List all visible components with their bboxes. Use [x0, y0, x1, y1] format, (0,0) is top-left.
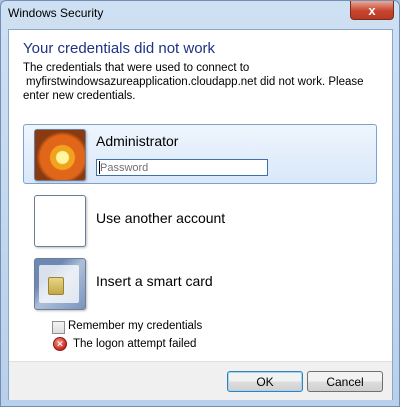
credential-tile-administrator[interactable]: Administrator: [23, 124, 377, 184]
windows-security-dialog: Windows Security x Your credentials did …: [0, 0, 400, 407]
flower-user-icon: [34, 129, 86, 181]
description-line: The credentials that were used to connec…: [23, 62, 250, 74]
credential-tile-another-account[interactable]: Use another account: [23, 190, 377, 250]
remember-credentials-checkbox[interactable]: [52, 321, 65, 334]
tile-label: Insert a smart card: [96, 273, 213, 289]
title-bar[interactable]: Windows Security x: [1, 1, 399, 25]
error-message: The logon attempt failed: [73, 338, 197, 350]
dialog-description: The credentials that were used to connec…: [23, 61, 383, 103]
password-input[interactable]: [96, 159, 268, 176]
dialog-body: Your credentials did not work The creden…: [8, 29, 393, 400]
description-line: enter new credentials.: [23, 90, 136, 102]
close-button[interactable]: x: [350, 1, 394, 20]
error-icon: ✕: [53, 337, 67, 351]
dialog-heading: Your credentials did not work: [23, 40, 216, 57]
blank-user-icon: [34, 195, 86, 247]
tile-label: Use another account: [96, 210, 226, 226]
card-chip: [48, 277, 64, 295]
close-icon: x: [368, 2, 376, 18]
description-line: myfirstwindowsazureapplication.cloudapp.…: [26, 76, 364, 88]
smart-card-icon: [34, 258, 86, 310]
credential-tile-smart-card[interactable]: Insert a smart card: [23, 253, 377, 313]
button-bar: OK Cancel: [9, 361, 392, 400]
cancel-button[interactable]: Cancel: [307, 371, 383, 392]
remember-credentials-label[interactable]: Remember my credentials: [68, 320, 202, 332]
ok-button[interactable]: OK: [227, 371, 303, 392]
text-caret: [99, 161, 100, 174]
tile-label: Administrator: [96, 133, 179, 149]
window-title: Windows Security: [8, 6, 104, 20]
